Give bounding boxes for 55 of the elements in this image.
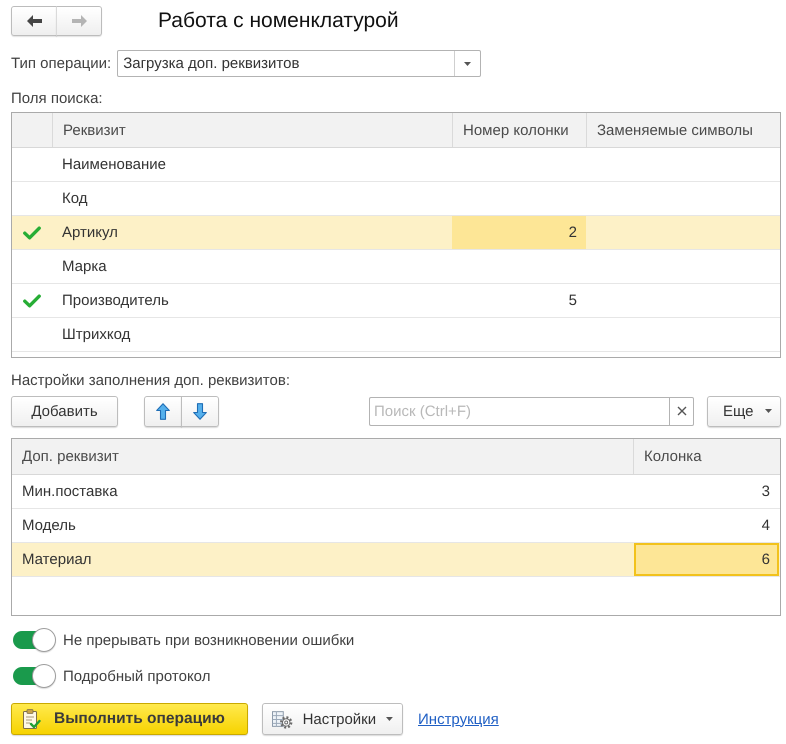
arrow-down-icon (193, 402, 207, 420)
table-cell-text: 4 (760, 516, 771, 536)
field-label: Тип операции: (11, 55, 112, 72)
execute-button[interactable]: Выполнить операцию (11, 703, 248, 735)
operation-type-dropdown[interactable]: Загрузка доп. реквизитов (117, 50, 482, 77)
table-cell-text: 5 (568, 291, 578, 311)
instruction-link[interactable]: Инструкция (418, 710, 499, 728)
caret-icon (386, 717, 393, 721)
table-row[interactable]: Наименование (12, 148, 780, 182)
back-button[interactable] (11, 6, 57, 36)
table-cell-text: Штрихкод (61, 325, 132, 345)
toggle-switch[interactable] (13, 664, 56, 688)
settings-button[interactable]: Настройки (262, 703, 403, 735)
arrow-right-icon (72, 15, 86, 27)
column-header[interactable]: Колонка (633, 439, 780, 474)
move-down-button[interactable] (181, 396, 219, 426)
table-cell-text: Артикул (61, 223, 119, 243)
table-cell-text: Марка (61, 257, 108, 277)
search-field[interactable]: Поиск (Ctrl+F) (369, 396, 669, 426)
clear-button[interactable] (669, 396, 694, 426)
table-cell-text: Мин.поставка (21, 482, 119, 502)
table-cell-text: Наименование (61, 155, 167, 175)
window-title: Работа с номенклатурой (158, 8, 399, 34)
table-row[interactable]: Производитель 5 (12, 284, 780, 318)
caret-icon (765, 409, 772, 413)
caret-icon (464, 62, 472, 66)
add-button[interactable]: Добавить (11, 396, 118, 426)
toggle-label: Не прерывать при возникновении ошибки (63, 632, 354, 648)
column-header[interactable]: Доп. реквизит (12, 439, 633, 474)
column-header[interactable]: Заменяемые символы (586, 113, 780, 147)
toggle-label: Подробный протокол (63, 668, 210, 684)
table-row[interactable]: Мин.поставка 3 (12, 475, 780, 509)
table-row[interactable]: Материал 6 (12, 543, 780, 577)
table-row[interactable]: Штрихкод (12, 318, 780, 352)
table-gear-icon (272, 710, 293, 728)
toggle-switch[interactable] (13, 628, 56, 652)
table-cell: 6 (634, 543, 779, 576)
table-cell-text: Модель (21, 516, 77, 536)
close-icon (676, 406, 686, 416)
more-button[interactable]: Еще (707, 396, 781, 426)
clipboard-check-icon (22, 708, 41, 730)
table-row[interactable]: Артикул 2 (12, 216, 780, 250)
table-cell: 2 (452, 216, 586, 249)
column-header[interactable]: Реквизит (52, 113, 452, 147)
arrow-up-icon (156, 402, 170, 420)
section-label: Настройки заполнения доп. реквизитов: (11, 372, 291, 389)
table-cell-text: 3 (760, 482, 771, 502)
move-up-button[interactable] (144, 396, 182, 426)
table-cell-text: Материал (21, 550, 93, 570)
table-cell-text: Код (61, 189, 89, 209)
section-label: Поля поиска: (11, 90, 104, 107)
table-row[interactable]: Марка (12, 250, 780, 284)
arrow-left-icon (26, 15, 42, 27)
column-header[interactable]: Номер колонки (452, 113, 586, 147)
table-cell-text: Производитель (61, 291, 170, 311)
